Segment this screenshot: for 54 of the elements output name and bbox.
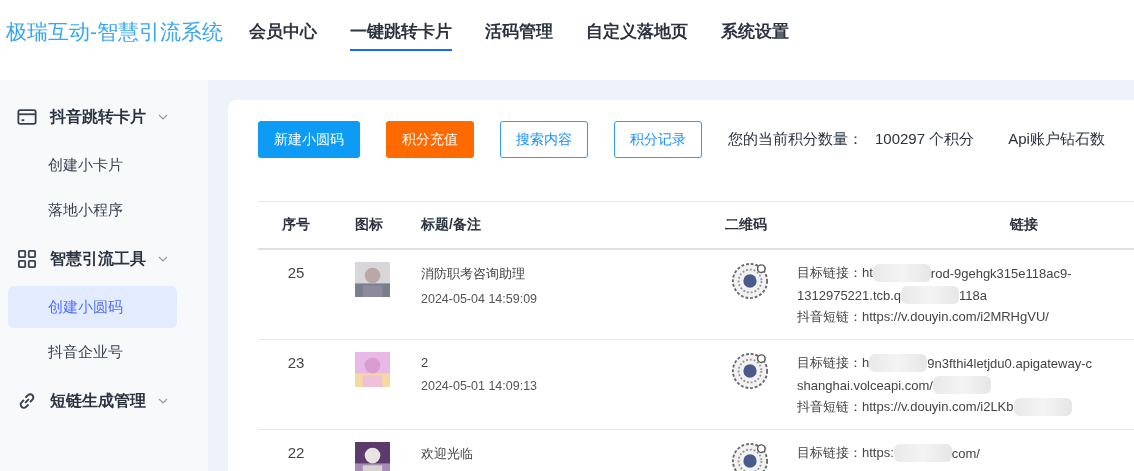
points-value: 100297 个积分: [875, 130, 975, 149]
qr-code-icon: [731, 262, 769, 300]
item-title: 2: [421, 355, 430, 370]
card-icon: [17, 108, 37, 126]
column-header: 链接: [1008, 216, 1039, 234]
sidebar-item[interactable]: 落地小程序: [8, 189, 177, 231]
redaction-blur: [893, 444, 952, 462]
nav-tab[interactable]: 活码管理: [485, 13, 553, 51]
api-balance-label: Api账户钻石数: [1008, 130, 1105, 149]
link-text: 1312975221.tcb.q: [797, 287, 902, 303]
column-header: 标题/备注: [420, 216, 482, 234]
sidebar-item[interactable]: 创建小圆码: [8, 286, 177, 328]
sidebar-group[interactable]: 抖音跳转卡片: [0, 96, 208, 138]
table-cell-text: 25: [286, 263, 306, 283]
chevron-down-icon: [158, 114, 168, 120]
table-cell-text: 23: [286, 353, 306, 373]
column-header: 图标: [354, 216, 384, 234]
link-text: shanghai.volceapi.com/: [797, 377, 933, 393]
nav-tab[interactable]: 会员中心: [249, 13, 317, 51]
app-logo: 极瑞互动-智慧引流系统: [5, 19, 224, 45]
nav-tab[interactable]: 系统设置: [721, 13, 789, 51]
created-time: 2024-05-04 14:59:09: [421, 292, 539, 306]
link-text: 抖音短链：https://v.douyin.com/i2MRHgVU/: [797, 308, 1049, 326]
nav-tab[interactable]: 一键跳转卡片: [350, 13, 452, 51]
item-title: 欢迎光临: [421, 445, 474, 463]
link-text: com/: [951, 445, 980, 461]
chevron-down-icon: [158, 398, 168, 404]
sidebar-group[interactable]: 短链生成管理: [0, 380, 208, 422]
link-text: 118a: [959, 287, 988, 303]
column-header: 序号: [281, 216, 311, 234]
table-cell-text: 22: [286, 443, 306, 463]
link-text: 9n3fthi4letjdu0.apigateway-c: [927, 355, 1092, 371]
sidebar-item[interactable]: 创建小卡片: [8, 144, 177, 186]
qr-code-icon: [731, 352, 769, 390]
link-text: 目标链接：ht: [797, 264, 873, 282]
link-text: 抖音短链：https://v.douyin.com/i2LKb: [797, 398, 1014, 416]
redaction-blur: [1013, 398, 1072, 416]
created-time: 2024-05-01 14:09:13: [421, 379, 539, 393]
link-text: rod-9gehgk315e118ac9-: [930, 265, 1072, 281]
grid-icon: [17, 250, 37, 268]
points-label: 您的当前积分数量：: [728, 130, 863, 149]
redaction-blur: [932, 376, 991, 394]
item-title: 消防职考咨询助理: [421, 265, 526, 283]
redaction-blur: [901, 286, 960, 304]
chevron-down-icon: [158, 256, 168, 262]
column-header: 二维码: [724, 216, 768, 234]
sidebar-group[interactable]: 智慧引流工具: [0, 238, 208, 280]
link-text: 目标链接：h: [797, 354, 870, 372]
sidebar-item[interactable]: 抖音企业号: [8, 331, 177, 373]
nav-tab[interactable]: 自定义落地页: [586, 13, 688, 51]
link-text: 目标链接：https:: [797, 444, 894, 462]
redaction-blur: [869, 354, 928, 372]
redaction-blur: [872, 264, 931, 282]
link-icon: [17, 392, 37, 410]
